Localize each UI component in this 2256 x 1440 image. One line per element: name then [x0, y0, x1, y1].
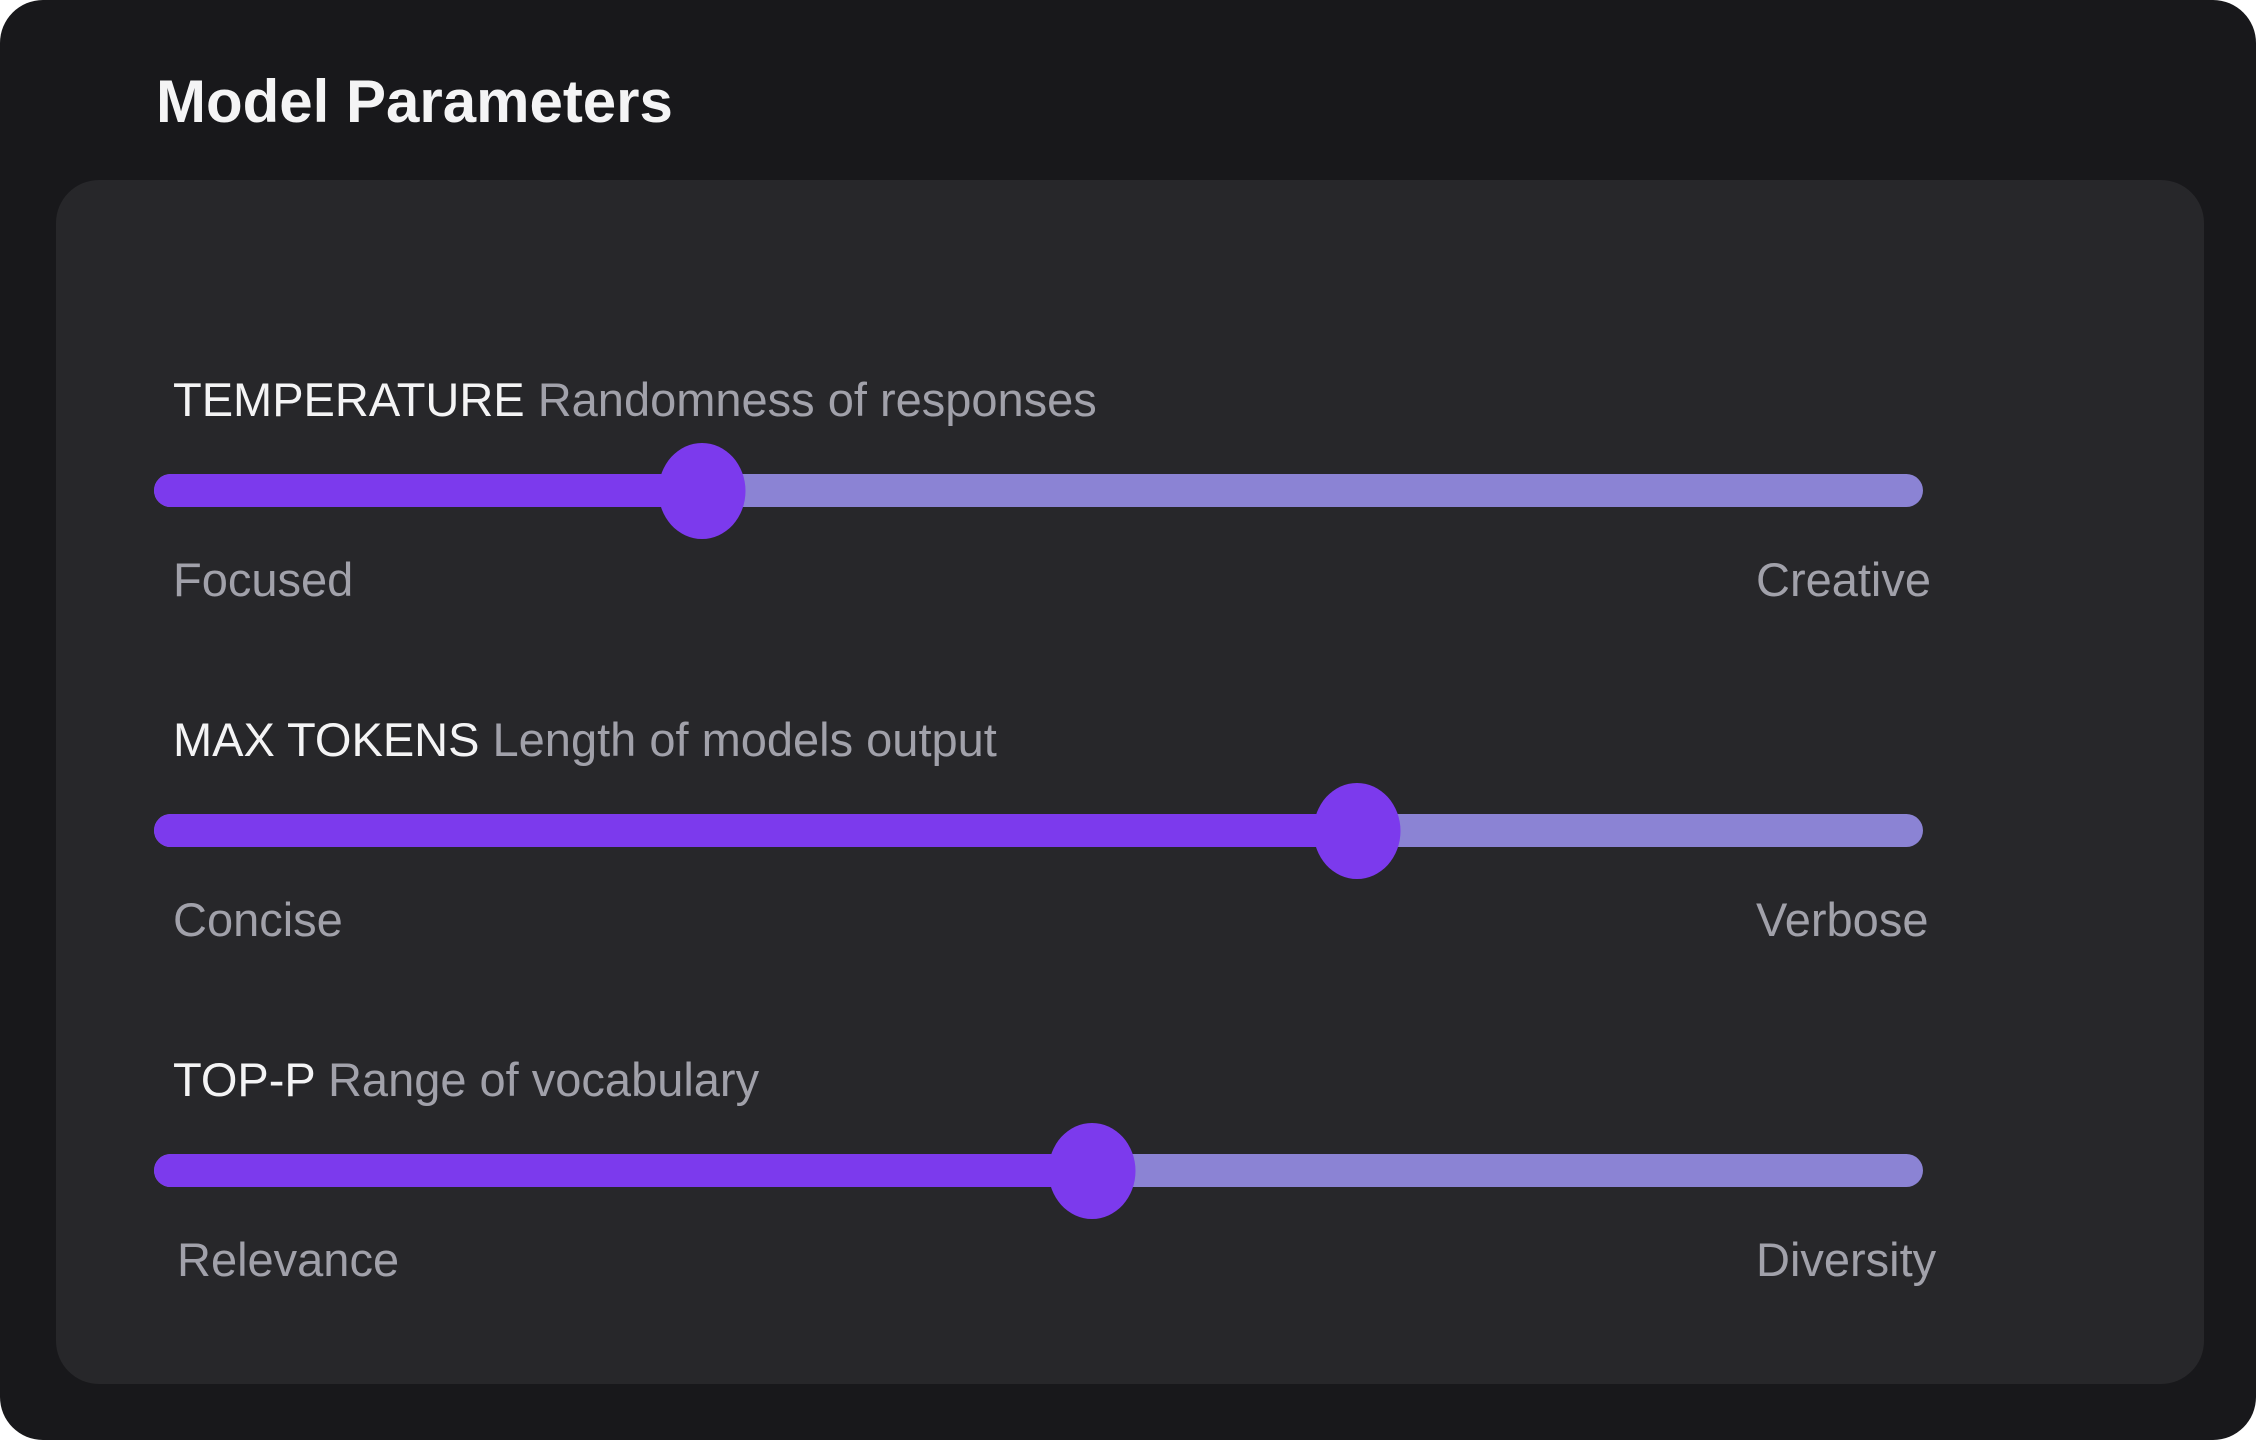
- top-p-slider[interactable]: [154, 1122, 1923, 1219]
- temperature-min-label: Focused: [173, 553, 354, 606]
- temperature-max-label: Creative: [1756, 553, 1932, 606]
- max-tokens-label: MAX TOKENS Length of models output: [173, 710, 997, 770]
- max-tokens-name: MAX TOKENS: [173, 713, 480, 766]
- top-p-parameter: TOP-P Range of vocabulary Relevance Dive…: [56, 1050, 2204, 1370]
- max-tokens-slider-fill: [154, 814, 1357, 847]
- max-tokens-slider[interactable]: [154, 782, 1923, 879]
- top-p-description: Range of vocabulary: [327, 1053, 760, 1106]
- temperature-label: TEMPERATURE Randomness of responses: [173, 370, 1097, 430]
- page-title: Model Parameters: [156, 68, 673, 135]
- max-tokens-min-label: Concise: [173, 893, 343, 946]
- top-p-label: TOP-P Range of vocabulary: [173, 1050, 759, 1110]
- max-tokens-slider-thumb[interactable]: [1313, 782, 1401, 879]
- model-parameters-window: Model Parameters TEMPERATURE Randomness …: [0, 0, 2256, 1440]
- max-tokens-max-label: Verbose: [1756, 893, 1929, 946]
- top-p-slider-fill: [154, 1154, 1092, 1187]
- max-tokens-description: Length of models output: [492, 713, 997, 766]
- top-p-slider-thumb[interactable]: [1048, 1122, 1136, 1219]
- max-tokens-parameter: MAX TOKENS Length of models output Conci…: [56, 710, 2204, 1030]
- top-p-min-label: Relevance: [177, 1233, 400, 1286]
- top-p-max-label: Diversity: [1756, 1233, 1937, 1286]
- temperature-name: TEMPERATURE: [173, 373, 525, 426]
- temperature-slider-fill: [154, 474, 703, 507]
- parameters-panel: TEMPERATURE Randomness of responses Focu…: [56, 180, 2204, 1384]
- temperature-slider[interactable]: [154, 442, 1923, 539]
- temperature-parameter: TEMPERATURE Randomness of responses Focu…: [56, 370, 2204, 690]
- temperature-description: Randomness of responses: [537, 373, 1097, 426]
- top-p-name: TOP-P: [173, 1053, 315, 1106]
- temperature-slider-thumb[interactable]: [658, 442, 746, 539]
